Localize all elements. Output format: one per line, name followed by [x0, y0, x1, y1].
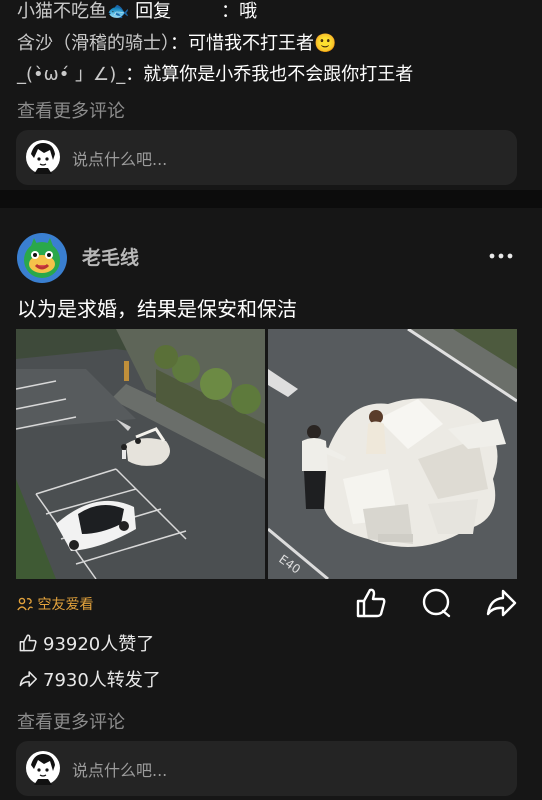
reply-separator: ： — [125, 64, 144, 85]
reply-author[interactable]: 小猫不吃鱼🐟 — [17, 1, 129, 22]
comment-input[interactable]: 说点什么吧... — [16, 741, 517, 796]
share-small-icon — [19, 671, 37, 687]
reply-author[interactable]: _(•̀ω•́ 」∠)_ — [17, 64, 125, 85]
more-dots-icon[interactable] — [486, 244, 516, 268]
likes-text: 93920人赞了 — [43, 634, 155, 655]
view-more-comments-link[interactable]: 查看更多评论 — [17, 97, 125, 123]
author-name[interactable]: 老毛线 — [82, 243, 139, 270]
previous-post-comments: 小猫不吃鱼🐟 回复 ：哦 含沙（滑稽的骑士）：可惜我不打王者🙂 _(•̀ω•́ 」… — [0, 0, 542, 190]
share-icon[interactable] — [484, 586, 518, 620]
reply-item[interactable]: _(•̀ω•́ 」∠)_：就算你是小乔我也不会跟你打王者 — [17, 63, 413, 87]
reply-item[interactable]: 小猫不吃鱼🐟 回复 ：哦 — [17, 0, 257, 24]
reply-text: 可惜我不打王者🙂 — [188, 33, 337, 54]
reply-separator: ： — [170, 33, 188, 54]
shares-text: 7930人转发了 — [43, 670, 161, 691]
view-more-comments-link[interactable]: 查看更多评论 — [17, 708, 125, 734]
post-image-right[interactable]: E40 — [268, 329, 517, 579]
reply-text: 哦 — [239, 1, 258, 22]
post-image-left[interactable] — [16, 329, 265, 579]
user-avatar — [26, 140, 60, 174]
like-icon[interactable] — [354, 586, 388, 620]
friends-icon — [17, 597, 33, 611]
comment-placeholder: 说点什么吧... — [72, 150, 168, 169]
reply-item[interactable]: 含沙（滑稽的骑士）：可惜我不打王者🙂 — [17, 32, 336, 56]
friends-like-indicator[interactable]: 空友爱看 — [17, 594, 93, 614]
like-small-icon — [19, 634, 37, 652]
reply-separator: ： — [221, 1, 240, 22]
friends-like-label: 空友爱看 — [37, 597, 94, 613]
reply-author[interactable]: 含沙（滑稽的骑士） — [17, 33, 170, 54]
author-avatar[interactable] — [16, 232, 68, 284]
comment-input[interactable]: 说点什么吧... — [16, 130, 517, 185]
comment-placeholder: 说点什么吧... — [72, 761, 168, 780]
likes-count[interactable]: 93920人赞了 — [17, 630, 154, 656]
comment-icon[interactable] — [419, 586, 453, 620]
reply-text: 就算你是小乔我也不会跟你打王者 — [143, 64, 414, 85]
reply-verb: 回复 — [129, 1, 172, 22]
shares-count[interactable]: 7930人转发了 — [17, 666, 161, 692]
post-text: 以为是求婚，结果是保安和保洁 — [17, 297, 297, 321]
user-avatar — [26, 751, 60, 785]
